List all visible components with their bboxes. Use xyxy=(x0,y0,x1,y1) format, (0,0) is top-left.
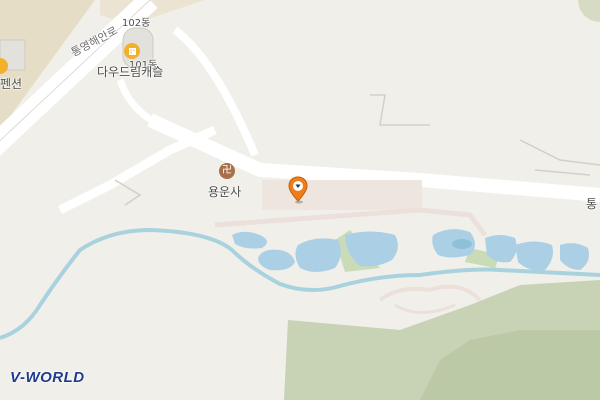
building-label-102: 102동 xyxy=(122,18,151,29)
pond xyxy=(295,238,341,272)
poi-label-pension[interactable]: 펜션 xyxy=(0,75,22,92)
hill-area xyxy=(578,0,600,22)
west-road xyxy=(57,125,217,215)
poi-label-edge: 통 xyxy=(586,197,598,211)
poi-label-dauden[interactable]: 다우드림캐슬 xyxy=(97,63,163,80)
poi-label-temple[interactable]: 용운사 xyxy=(208,183,241,200)
building-icon[interactable] xyxy=(124,43,140,59)
pond xyxy=(560,243,589,270)
vworld-logo: V-WORLD xyxy=(10,369,85,386)
temple-icon[interactable]: 卍 xyxy=(219,163,235,179)
path-outline xyxy=(534,169,591,176)
map-canvas[interactable]: 통영해안로 102동 101동 다우드림캐슬 펜션 卍 용운사 통 V-WORL… xyxy=(0,0,600,400)
pond xyxy=(452,239,472,249)
park-path xyxy=(378,284,482,302)
pond xyxy=(232,231,267,249)
pond xyxy=(515,241,554,271)
pond xyxy=(258,249,295,271)
park-path xyxy=(394,303,456,314)
path-outline xyxy=(519,139,600,166)
complex-area xyxy=(262,180,422,210)
location-pin-icon[interactable] xyxy=(288,176,308,204)
path-outline xyxy=(370,94,430,126)
access-road xyxy=(116,78,162,129)
